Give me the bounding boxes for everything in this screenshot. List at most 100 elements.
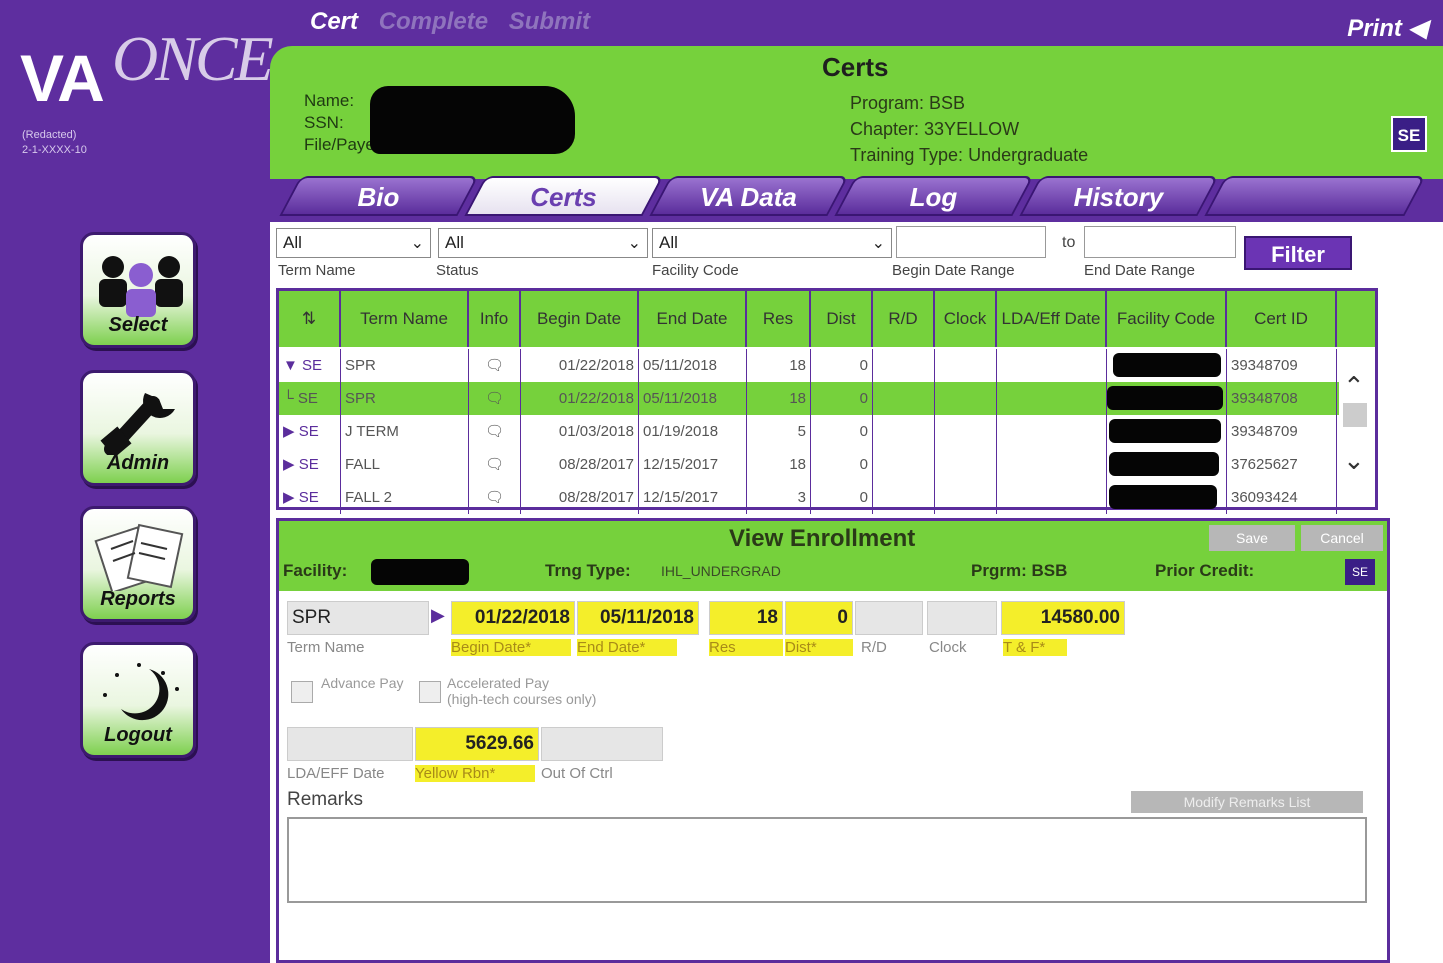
dist-field[interactable]: 0: [785, 601, 853, 635]
col-res[interactable]: Res: [747, 291, 811, 347]
cancel-button[interactable]: Cancel: [1301, 525, 1383, 551]
table-scrollbar[interactable]: ⌃ ⌄: [1339, 349, 1373, 507]
clock-field[interactable]: [927, 601, 997, 635]
select-label: Select: [108, 314, 168, 336]
complete-link[interactable]: Complete: [379, 8, 488, 35]
scroll-thumb[interactable]: [1343, 403, 1367, 427]
rd-field[interactable]: [855, 601, 923, 635]
chevron-up-icon[interactable]: ⌃: [1343, 371, 1365, 402]
print-link[interactable]: Print ◀: [1347, 14, 1427, 43]
se-badge-small[interactable]: SE: [1345, 559, 1375, 585]
accelerated-pay-note: (high-tech courses only): [447, 691, 597, 707]
yellow-rbn-field[interactable]: 5629.66: [415, 727, 539, 761]
res-field[interactable]: 18: [709, 601, 783, 635]
rd-caption: R/D: [861, 639, 887, 656]
term-name-value: All: [283, 233, 302, 252]
play-icon[interactable]: ▶: [431, 605, 445, 626]
status-select[interactable]: All ⌄: [438, 228, 648, 258]
cell-end-date: 12/15/2017: [639, 448, 747, 481]
tab-empty: [1204, 176, 1426, 216]
tab-log-label: Log: [909, 182, 958, 212]
col-facility-code[interactable]: Facility Code: [1107, 291, 1227, 347]
select-button[interactable]: Select: [80, 232, 196, 348]
col-end-date[interactable]: End Date: [639, 291, 747, 347]
table-row[interactable]: ▼ SE SPR 🗨 01/22/2018 05/11/2018 18 0 39…: [279, 349, 1339, 382]
info-icon[interactable]: 🗨: [469, 415, 521, 448]
cell-dist: 0: [811, 415, 873, 448]
admin-button[interactable]: Admin: [80, 370, 196, 486]
wrench-icon: [100, 393, 175, 455]
term-name-select[interactable]: All ⌄: [276, 228, 431, 258]
cell-cert-id: 39348709: [1227, 415, 1337, 448]
begin-date-range-label: Begin Date Range: [892, 262, 1015, 279]
cell-end-date: 12/15/2017: [639, 481, 747, 514]
info-icon[interactable]: 🗨: [469, 448, 521, 481]
cell-end-date: 01/19/2018: [639, 415, 747, 448]
se-badge[interactable]: SE: [1391, 116, 1427, 152]
facility-code-select[interactable]: All ⌄: [652, 228, 892, 258]
redacted-facility: [371, 559, 469, 585]
tab-bio[interactable]: Bio: [279, 176, 479, 216]
tab-history[interactable]: History: [1019, 176, 1219, 216]
expand-icon[interactable]: ▶ SE: [279, 415, 341, 448]
table-row[interactable]: ▶ SE FALL 2 🗨 08/28/2017 12/15/2017 3 0 …: [279, 481, 1339, 514]
submit-link[interactable]: Submit: [509, 8, 590, 35]
sort-column[interactable]: ⇅: [279, 291, 341, 347]
logout-button[interactable]: Logout: [80, 642, 196, 758]
save-button[interactable]: Save: [1209, 525, 1295, 551]
table-row[interactable]: ▶ SE FALL 🗨 08/28/2017 12/15/2017 18 0 3…: [279, 448, 1339, 481]
col-cert-id[interactable]: Cert ID: [1227, 291, 1337, 347]
info-icon[interactable]: 🗨: [469, 481, 521, 514]
col-clock[interactable]: Clock: [935, 291, 997, 347]
lda-eff-date-field[interactable]: [287, 727, 413, 761]
col-term-name[interactable]: Term Name: [341, 291, 469, 347]
modify-remarks-list-button[interactable]: Modify Remarks List: [1131, 791, 1363, 813]
cell-term-name: J TERM: [341, 415, 469, 448]
table-row-selected[interactable]: └ SE SPR 🗨 01/22/2018 05/11/2018 18 0 39…: [279, 382, 1339, 415]
col-dist[interactable]: Dist: [811, 291, 873, 347]
col-rd[interactable]: R/D: [873, 291, 935, 347]
cell-rd: [873, 349, 935, 382]
filter-button[interactable]: Filter: [1244, 236, 1352, 270]
col-begin-date[interactable]: Begin Date: [521, 291, 639, 347]
cell-clock: [935, 481, 997, 514]
page-title: Certs: [822, 52, 889, 82]
reports-icon: [94, 523, 184, 591]
reports-button[interactable]: Reports: [80, 506, 196, 622]
logo-va-text: VA: [20, 41, 105, 115]
expand-icon[interactable]: ▼ SE: [279, 349, 341, 382]
col-info[interactable]: Info: [469, 291, 521, 347]
people-icon: [99, 256, 183, 317]
begin-date-field[interactable]: 01/22/2018: [451, 601, 575, 635]
info-icon[interactable]: 🗨: [469, 349, 521, 382]
cell-lda-eff-date: [997, 349, 1107, 382]
info-icon[interactable]: 🗨: [469, 382, 521, 415]
out-of-ctrl-field[interactable]: [541, 727, 663, 761]
chevron-down-icon[interactable]: ⌄: [1343, 445, 1365, 476]
accelerated-pay-checkbox[interactable]: [419, 681, 441, 703]
remarks-textarea[interactable]: [287, 817, 1367, 903]
tf-field[interactable]: 14580.00: [1001, 601, 1125, 635]
accelerated-pay-label: Accelerated Pay (high-tech courses only): [447, 675, 596, 707]
table-row[interactable]: ▶ SE J TERM 🗨 01/03/2018 01/19/2018 5 0 …: [279, 415, 1339, 448]
tab-log[interactable]: Log: [834, 176, 1034, 216]
tab-history-label: History: [1073, 182, 1164, 212]
tab-va-data-label: VA Data: [700, 182, 797, 212]
clock-caption: Clock: [929, 639, 967, 656]
cell-res: 5: [747, 415, 811, 448]
tab-certs[interactable]: Certs: [464, 176, 664, 216]
cell-cert-id: 39348709: [1227, 349, 1337, 382]
va-once-logo: ONCE VA: [20, 20, 274, 115]
advance-pay-checkbox[interactable]: [291, 681, 313, 703]
end-date-range-input[interactable]: [1084, 226, 1236, 258]
certs-table: ⇅ Term Name Info Begin Date End Date Res…: [276, 288, 1378, 514]
end-date-field[interactable]: 05/11/2018: [577, 601, 699, 635]
expand-icon[interactable]: ▶ SE: [279, 448, 341, 481]
col-lda-eff-date[interactable]: LDA/Eff Date: [997, 291, 1107, 347]
begin-date-range-input[interactable]: [896, 226, 1046, 258]
tab-va-data[interactable]: VA Data: [649, 176, 849, 216]
cell-facility-code: [1107, 382, 1227, 415]
expand-icon[interactable]: ▶ SE: [279, 481, 341, 514]
term-name-field[interactable]: SPR: [287, 601, 429, 635]
cert-link[interactable]: Cert: [310, 8, 358, 35]
